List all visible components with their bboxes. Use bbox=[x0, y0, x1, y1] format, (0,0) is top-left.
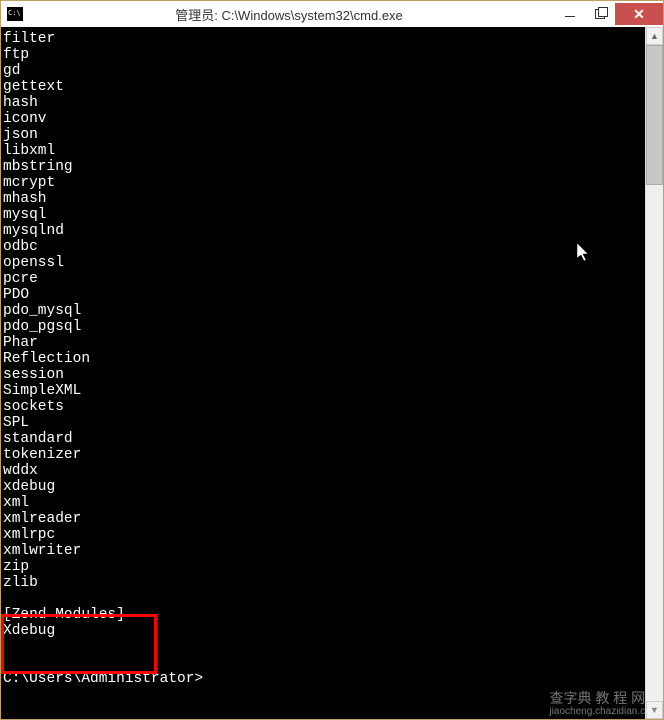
module-line: odbc bbox=[3, 239, 645, 255]
scroll-up-button[interactable]: ▲ bbox=[646, 27, 663, 45]
close-button[interactable]: ✕ bbox=[615, 3, 663, 25]
module-line: session bbox=[3, 367, 645, 383]
prompt-line: C:\Users\Administrator> bbox=[3, 671, 645, 687]
module-line: standard bbox=[3, 431, 645, 447]
module-line: gd bbox=[3, 63, 645, 79]
module-line: libxml bbox=[3, 143, 645, 159]
console-output[interactable]: filter ftp gd gettext hash iconv json li… bbox=[1, 27, 645, 719]
module-line: xmlwriter bbox=[3, 543, 645, 559]
module-line: Reflection bbox=[3, 351, 645, 367]
vertical-scrollbar[interactable]: ▲ ▼ bbox=[645, 27, 663, 719]
command-prompt-window: 管理员: C:\Windows\system32\cmd.exe ✕ filte… bbox=[0, 0, 664, 720]
module-line: tokenizer bbox=[3, 447, 645, 463]
module-line: mysqlnd bbox=[3, 223, 645, 239]
module-line: pdo_mysql bbox=[3, 303, 645, 319]
module-line: zip bbox=[3, 559, 645, 575]
titlebar: 管理员: C:\Windows\system32\cmd.exe ✕ bbox=[1, 1, 663, 27]
module-line: zlib bbox=[3, 575, 645, 591]
module-line: xml bbox=[3, 495, 645, 511]
watermark: 查字典 教 程 网 jiaocheng.chazidian.com bbox=[549, 688, 659, 717]
blank-line bbox=[3, 639, 645, 655]
module-line: Phar bbox=[3, 335, 645, 351]
module-line: gettext bbox=[3, 79, 645, 95]
module-line: mcrypt bbox=[3, 175, 645, 191]
cmd-icon bbox=[7, 7, 23, 21]
blank-line bbox=[3, 655, 645, 671]
module-line: PDO bbox=[3, 287, 645, 303]
module-line: json bbox=[3, 127, 645, 143]
module-line: SimpleXML bbox=[3, 383, 645, 399]
zend-module-line: Xdebug bbox=[3, 623, 645, 639]
module-line: SPL bbox=[3, 415, 645, 431]
console-area: filter ftp gd gettext hash iconv json li… bbox=[1, 27, 663, 719]
module-line: filter bbox=[3, 31, 645, 47]
module-line: pdo_pgsql bbox=[3, 319, 645, 335]
minimize-button[interactable] bbox=[555, 3, 585, 25]
watermark-main: 查字典 教 程 网 bbox=[549, 690, 645, 706]
window-title: 管理员: C:\Windows\system32\cmd.exe bbox=[23, 5, 555, 24]
module-line: mbstring bbox=[3, 159, 645, 175]
watermark-sub: jiaocheng.chazidian.com bbox=[549, 706, 659, 717]
module-line: sockets bbox=[3, 399, 645, 415]
module-line: xmlreader bbox=[3, 511, 645, 527]
module-line: xdebug bbox=[3, 479, 645, 495]
module-line: iconv bbox=[3, 111, 645, 127]
scrollbar-thumb[interactable] bbox=[646, 45, 663, 185]
window-controls: ✕ bbox=[555, 3, 663, 25]
module-line: openssl bbox=[3, 255, 645, 271]
module-line: mysql bbox=[3, 207, 645, 223]
module-line: mhash bbox=[3, 191, 645, 207]
zend-header: [Zend Modules] bbox=[3, 607, 645, 623]
module-line: wddx bbox=[3, 463, 645, 479]
maximize-button[interactable] bbox=[585, 3, 615, 25]
module-line: xmlrpc bbox=[3, 527, 645, 543]
module-line: hash bbox=[3, 95, 645, 111]
module-line: ftp bbox=[3, 47, 645, 63]
blank-line bbox=[3, 591, 645, 607]
module-line: pcre bbox=[3, 271, 645, 287]
